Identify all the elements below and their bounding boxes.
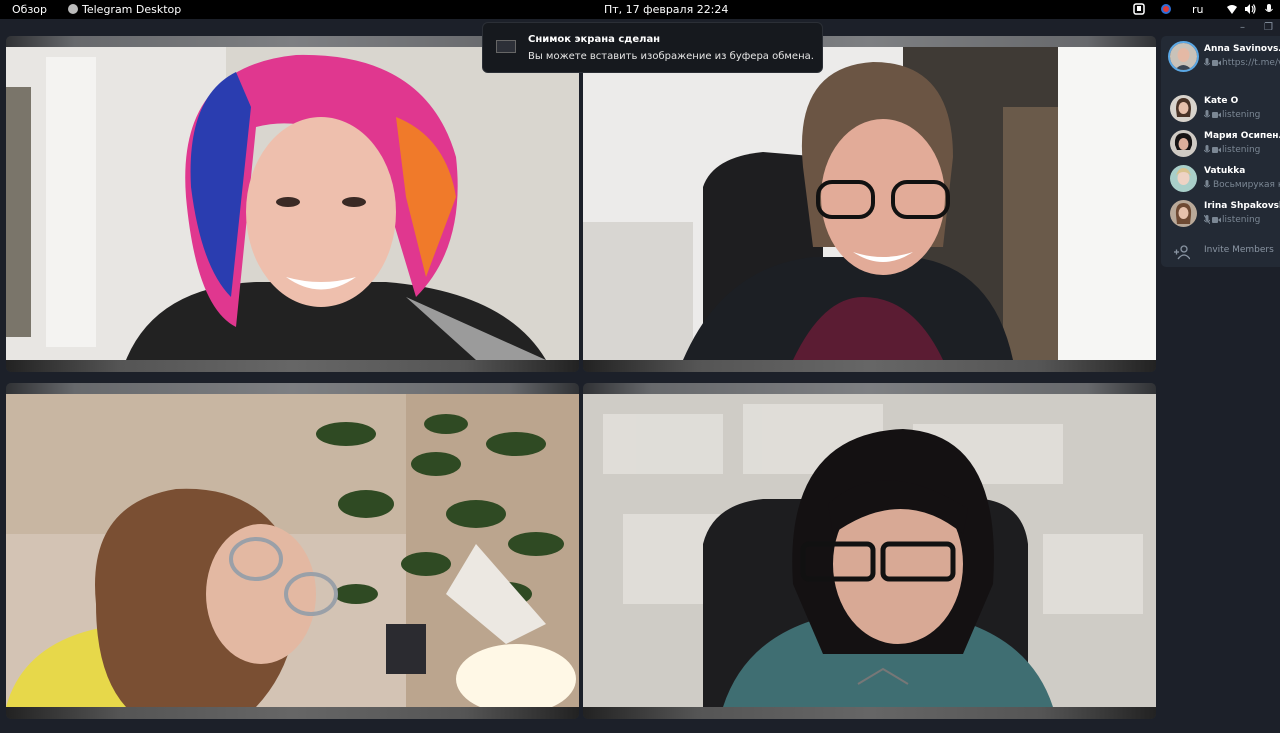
tile-bottom-bar: [6, 707, 579, 719]
clock[interactable]: Пт, 17 февраля 22:24: [604, 3, 728, 16]
volume-icon[interactable]: [1244, 3, 1256, 15]
screenshot-notification[interactable]: Снимок экрана сделан Вы можете вставить …: [482, 22, 823, 73]
restore-button[interactable]: ❐: [1264, 22, 1273, 33]
member-status: listening: [1222, 110, 1261, 120]
member-status: Восьмирукая кр: [1213, 180, 1280, 190]
member-name: Irina Shpakovskay: [1204, 201, 1280, 211]
member-status: listening: [1222, 215, 1261, 225]
member-name: Anna Savinovs…: [1204, 44, 1280, 54]
wifi-icon[interactable]: [1226, 3, 1238, 15]
microphone-icon[interactable]: [1263, 3, 1275, 15]
participant-video-4: [583, 394, 1156, 707]
minimize-button[interactable]: –: [1240, 22, 1245, 33]
avatar: [1170, 165, 1197, 192]
member-row[interactable]: Мария Осипен… listening: [1161, 127, 1280, 161]
participant-video-3: [6, 394, 579, 707]
avatar: [1170, 130, 1197, 157]
members-panel: Anna Savinovs… https://t.me/v Kate O lis…: [1161, 36, 1280, 267]
member-row[interactable]: Vatukka Восьмирукая кр: [1161, 162, 1280, 196]
app-menu-title[interactable]: Telegram Desktop: [82, 3, 181, 16]
video-tile-participant-1[interactable]: [6, 36, 579, 372]
shield-icon[interactable]: [1133, 3, 1145, 15]
avatar: [1170, 43, 1197, 70]
member-row[interactable]: Irina Shpakovskay listening: [1161, 197, 1280, 231]
avatar: [1170, 200, 1197, 227]
video-tile-participant-2[interactable]: [583, 36, 1156, 372]
video-tile-participant-4[interactable]: [583, 383, 1156, 719]
telegram-app-icon: [68, 4, 78, 14]
participant-video-1: [6, 47, 579, 360]
member-name: Kate O: [1204, 96, 1239, 106]
member-row[interactable]: Kate O listening: [1161, 92, 1280, 126]
notification-title: Снимок экрана сделан: [528, 34, 661, 45]
screenshot-thumbnail-icon: [496, 40, 516, 53]
tile-bottom-bar: [583, 707, 1156, 719]
invite-members-button[interactable]: Invite Members: [1161, 241, 1280, 263]
member-name: Vatukka: [1204, 166, 1246, 176]
video-tile-participant-3[interactable]: [6, 383, 579, 719]
participant-video-2: [583, 47, 1156, 360]
member-name: Мария Осипен…: [1204, 131, 1280, 141]
tile-top-bar: [583, 383, 1156, 394]
activities-button[interactable]: Обзор: [12, 3, 47, 16]
notification-message: Вы можете вставить изображение из буфера…: [528, 51, 814, 62]
invite-members-label: Invite Members: [1204, 245, 1274, 255]
screen-record-icon[interactable]: [1160, 3, 1172, 15]
tile-bottom-bar: [6, 360, 579, 372]
member-status: listening: [1222, 145, 1261, 155]
group-call-window: – ❐ Anna Savinovs… https://t.me/v Kate O…: [0, 19, 1280, 733]
add-user-icon: [1174, 245, 1190, 260]
system-top-bar: Обзор Telegram Desktop Пт, 17 февраля 22…: [0, 0, 1280, 19]
avatar: [1170, 95, 1197, 122]
member-status: https://t.me/v: [1222, 58, 1280, 68]
member-row[interactable]: Anna Savinovs… https://t.me/v: [1161, 40, 1280, 74]
tile-bottom-bar: [583, 360, 1156, 372]
tile-top-bar: [6, 383, 579, 394]
keyboard-layout-indicator[interactable]: ru: [1192, 3, 1204, 16]
